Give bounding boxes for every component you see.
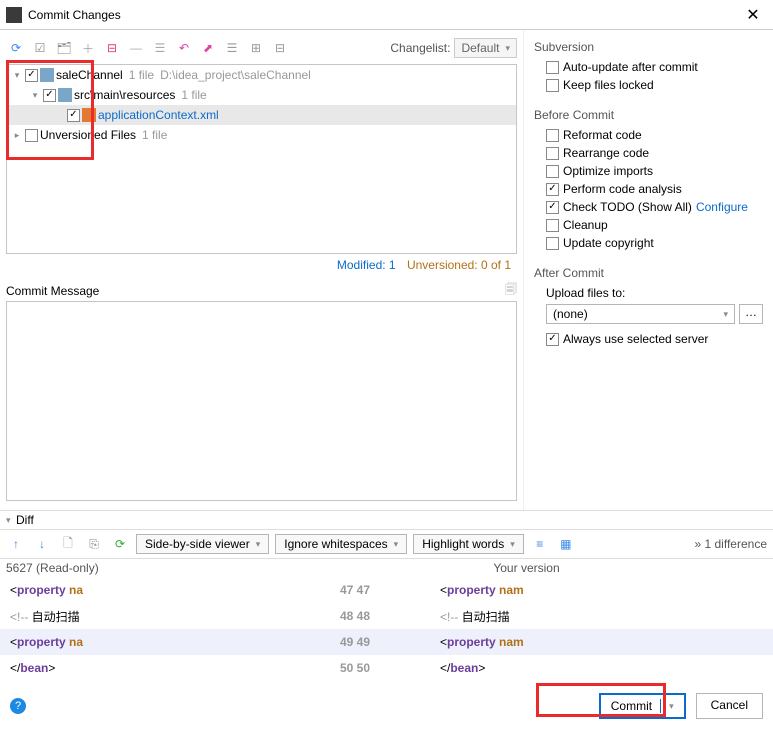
diff-body: <property na47 47<property nam<!-- 自动扫描4…: [0, 577, 773, 681]
remove-icon[interactable]: —: [126, 38, 146, 58]
window-title: Commit Changes: [28, 8, 739, 22]
status-line: Modified: 1 Unversioned: 0 of 1: [6, 254, 517, 276]
chevron-down-icon[interactable]: ▾: [6, 515, 16, 526]
upload-label: Upload files to:: [534, 284, 763, 304]
chevron-down-icon: ▾: [505, 43, 510, 54]
highlight-select[interactable]: Highlight words▾: [413, 534, 524, 554]
commit-message-input[interactable]: [6, 301, 517, 501]
checkbox-auto-update[interactable]: [546, 61, 559, 74]
tree-row-file[interactable]: applicationContext.xml: [7, 105, 516, 125]
folder-icon: [58, 88, 72, 102]
chevron-down-icon: ▾: [669, 701, 674, 712]
view-btn2-icon[interactable]: ▦: [556, 534, 576, 554]
open-icon[interactable]: ⎘: [84, 534, 104, 554]
xml-file-icon: [82, 108, 96, 122]
checkbox-cleanup[interactable]: [546, 219, 559, 232]
changelist-select[interactable]: Default ▾: [454, 38, 517, 58]
action1-icon[interactable]: ⬈: [198, 38, 218, 58]
toolbar: ⟳ ☑ 🗂 ＋ ⊟ — ☰ ↶ ⬈ ☰ ⊞ ⊟ Changelist: Defa…: [6, 36, 517, 64]
checkbox[interactable]: [25, 129, 38, 142]
help-icon[interactable]: ?: [10, 698, 26, 714]
right-column-header: Your version: [286, 561, 767, 575]
tree-row-sub[interactable]: ▾ src\main\resources 1 file: [7, 85, 516, 105]
list-icon[interactable]: ☰: [150, 38, 170, 58]
changelist-label: Changelist:: [390, 41, 450, 55]
section-after-commit: After Commit: [534, 266, 763, 280]
close-icon[interactable]: ✕: [739, 1, 767, 29]
file-tree[interactable]: ▾ saleChannel 1 file D:\idea_project\sal…: [6, 64, 517, 254]
checkbox-icon[interactable]: ☑: [30, 38, 50, 58]
diff-title: Diff: [16, 513, 34, 527]
plus-icon[interactable]: ＋: [78, 38, 98, 58]
checkbox-copyright[interactable]: [546, 237, 559, 250]
save-icon[interactable]: 🗋: [58, 534, 78, 554]
section-before-commit: Before Commit: [534, 108, 763, 122]
configure-link[interactable]: Configure: [696, 200, 748, 214]
checkbox-always-server[interactable]: [546, 333, 559, 346]
checkbox-analysis[interactable]: [546, 183, 559, 196]
app-icon: [6, 7, 22, 23]
browse-button[interactable]: …: [739, 304, 763, 324]
folder-icon[interactable]: 🗂: [54, 38, 74, 58]
expand-icon[interactable]: ⊞: [246, 38, 266, 58]
folder-icon: [40, 68, 54, 82]
history-icon[interactable]: 🗐: [505, 280, 517, 301]
undo-icon[interactable]: ↶: [174, 38, 194, 58]
chevron-right-icon[interactable]: ▸: [11, 130, 23, 141]
chevron-down-icon[interactable]: ▾: [11, 70, 23, 81]
collapse-icon[interactable]: ⊟: [270, 38, 290, 58]
up-arrow-icon[interactable]: ↑: [6, 534, 26, 554]
checkbox[interactable]: [43, 89, 56, 102]
minus-icon[interactable]: ⊟: [102, 38, 122, 58]
checkbox-rearrange[interactable]: [546, 147, 559, 160]
whitespace-select[interactable]: Ignore whitespaces▾: [275, 534, 407, 554]
left-column-header: 5627 (Read-only): [6, 561, 286, 575]
upload-select[interactable]: (none) ▾: [546, 304, 735, 324]
cancel-button[interactable]: Cancel: [696, 693, 763, 719]
checkbox[interactable]: [67, 109, 80, 122]
refresh-icon[interactable]: ⟳: [6, 38, 26, 58]
view-btn1-icon[interactable]: ≡: [530, 534, 550, 554]
tree-row-root[interactable]: ▾ saleChannel 1 file D:\idea_project\sal…: [7, 65, 516, 85]
checkbox[interactable]: [25, 69, 38, 82]
checkbox-keep-locked[interactable]: [546, 79, 559, 92]
checkbox-reformat[interactable]: [546, 129, 559, 142]
commit-button[interactable]: Commit ▾: [599, 693, 686, 719]
refresh2-icon[interactable]: ⟳: [110, 534, 130, 554]
chevron-down-icon: ▾: [723, 309, 728, 320]
chevron-down-icon[interactable]: ▾: [29, 90, 41, 101]
checkbox-optimize[interactable]: [546, 165, 559, 178]
tree-row-unversioned[interactable]: ▸ Unversioned Files 1 file: [7, 125, 516, 145]
down-arrow-icon[interactable]: ↓: [32, 534, 52, 554]
action2-icon[interactable]: ☰: [222, 38, 242, 58]
viewer-select[interactable]: Side-by-side viewer▾: [136, 534, 269, 554]
checkbox-todo[interactable]: [546, 201, 559, 214]
section-subversion: Subversion: [534, 40, 763, 54]
commit-message-label: Commit Message: [6, 284, 505, 298]
